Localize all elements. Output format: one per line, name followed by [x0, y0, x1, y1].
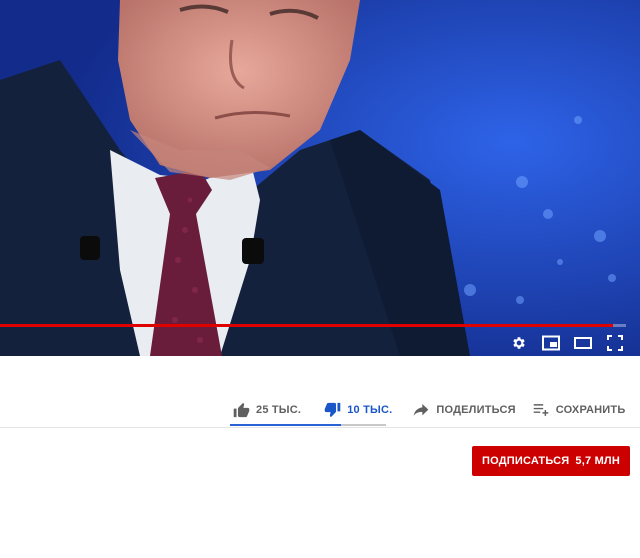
page: 25 ТЫС. 10 ТЫС. ПОДЕЛИТЬСЯ СОХРАНИТЬ ПОД…	[0, 0, 640, 558]
theater-mode-icon[interactable]	[572, 332, 594, 354]
save-button[interactable]: СОХРАНИТЬ	[526, 392, 632, 428]
thumbs-up-icon	[232, 401, 250, 419]
like-count: 25 ТЫС.	[256, 404, 302, 416]
fullscreen-icon[interactable]	[604, 332, 626, 354]
share-button[interactable]: ПОДЕЛИТЬСЯ	[406, 392, 521, 428]
like-ratio-fill	[230, 424, 341, 426]
like-button[interactable]: 25 ТЫС.	[226, 392, 307, 428]
share-label: ПОДЕЛИТЬСЯ	[436, 404, 516, 416]
subscribe-label: ПОДПИСАТЬСЯ	[481, 455, 570, 467]
save-label: СОХРАНИТЬ	[555, 404, 626, 416]
video-actions-bar: 25 ТЫС. 10 ТЫС. ПОДЕЛИТЬСЯ СОХРАНИТЬ	[226, 392, 640, 428]
progress-bar[interactable]	[0, 324, 626, 327]
subscribe-button[interactable]: ПОДПИСАТЬСЯ 5,7 МЛН	[472, 446, 630, 476]
like-dislike-ratio-bar	[230, 424, 386, 426]
playlist-add-icon	[532, 401, 550, 419]
miniplayer-icon[interactable]	[540, 332, 562, 354]
dislike-count: 10 ТЫС.	[347, 404, 393, 416]
video-player[interactable]	[0, 0, 640, 356]
subscriber-count: 5,7 МЛН	[575, 455, 620, 467]
thumbs-down-icon	[323, 401, 341, 419]
progress-bar-played	[0, 324, 614, 327]
dislike-button[interactable]: 10 ТЫС.	[317, 392, 398, 428]
share-arrow-icon	[412, 401, 430, 419]
video-frame	[0, 0, 640, 356]
section-divider	[0, 427, 640, 428]
player-controls	[508, 332, 626, 354]
settings-gear-icon[interactable]	[508, 332, 530, 354]
